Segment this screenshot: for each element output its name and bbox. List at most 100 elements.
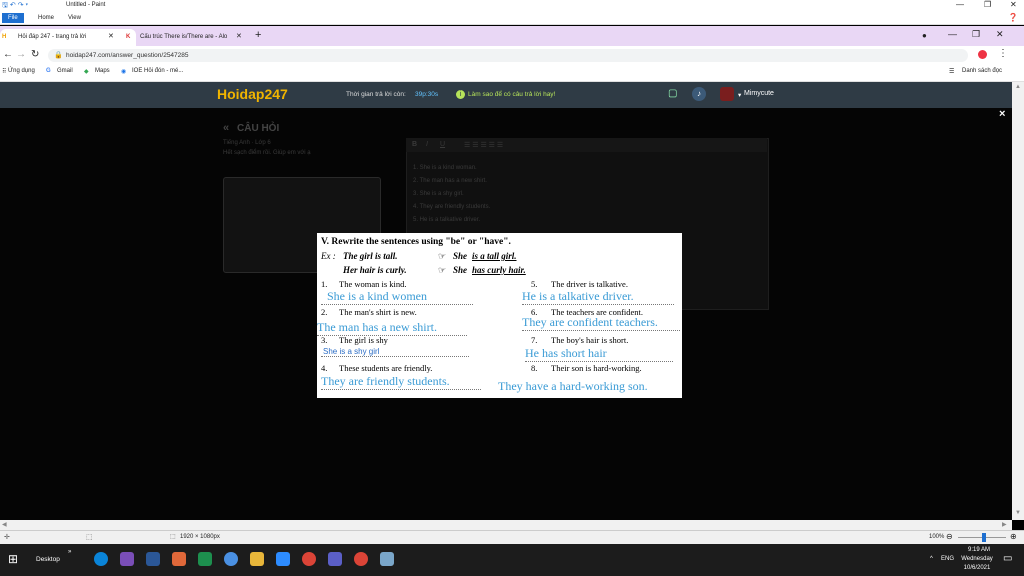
scroll-down-icon[interactable]: ▼ [1015,510,1021,516]
excel-icon[interactable] [198,552,212,566]
item-answer: He is a talkative driver. [522,289,674,305]
clock-day[interactable]: Wednesday [956,556,998,562]
skype-icon[interactable] [94,552,108,566]
item-number: 4. [321,363,328,373]
editor-line: 5. He is a talkative driver. [413,217,481,223]
clock-date[interactable]: 10/6/2021 [956,565,998,571]
example-2-answer: has curly hair. [472,265,526,275]
bell-icon[interactable]: ♪ [692,87,706,101]
canvas-dimensions: 1920 × 1080px [180,534,220,540]
tray-expand-icon[interactable]: ^ [930,556,933,562]
maximize-icon[interactable]: ❐ [984,0,991,9]
bookmark-maps[interactable]: Maps [95,68,110,74]
new-tab-button[interactable]: + [255,29,261,41]
selection-icon: ⬚ [86,534,93,541]
example-1-answer-pre: She [453,251,468,261]
close-tab-icon[interactable]: ✕ [236,32,242,40]
editor-line: 1. She is a kind woman. [413,165,477,171]
apps-icon[interactable]: ⠿ [2,68,6,75]
username[interactable]: Mimycute [744,90,774,97]
help-link[interactable]: Làm sao để có câu trả lời hay! [468,91,555,98]
italic-icon[interactable]: I [426,141,428,148]
site-logo[interactable]: Hoidap247 [217,86,288,102]
extension-icon[interactable] [978,50,987,59]
reading-list-icon: ☰ [949,69,955,75]
dropdown-icon[interactable]: ▾ [738,91,741,99]
google-icon: G [46,68,51,74]
example-2-question: Her hair is curly. [343,265,407,275]
canvas-size-icon: ⬚ [170,534,176,540]
app-icon[interactable] [120,552,134,566]
paint-quick-access-icons[interactable]: 🖫 ↶ ↷ ▾ [2,1,28,12]
bookmark-ioe[interactable]: IOE Hỏi đón - mé... [132,68,183,74]
section-title: CÂU HỎI [237,123,280,134]
back-icon[interactable]: ← [3,49,13,60]
language-indicator[interactable]: ENG [941,556,954,562]
zoom-out-icon[interactable]: ⊖ [946,532,953,541]
subject-label: Tiếng Anh · Lớp 6 [223,140,271,146]
chrome-icon[interactable] [302,552,316,566]
item-question: The girl is shy [339,335,388,345]
close-window-icon[interactable]: ✕ [1010,0,1017,9]
bold-icon[interactable]: B [412,141,417,148]
notifications-icon[interactable]: ▭ [1003,553,1012,564]
close-lightbox-icon[interactable]: × [999,108,1005,120]
wifi-app-icon[interactable] [172,552,186,566]
paint-tab-view[interactable]: View [62,13,87,23]
example-label: Ex : [321,251,336,261]
item-question: The driver is talkative. [551,279,628,289]
close-tab-icon[interactable]: ✕ [108,32,114,40]
file-explorer-icon[interactable] [250,552,264,566]
hoidap-favicon: H [2,34,7,40]
windows-taskbar: ⊞ Desktop » ^ ENG 9:19 AM Wednesday 10/6… [0,544,1024,576]
vertical-scrollbar[interactable]: ▲ ▼ [1012,82,1024,520]
windows-start-icon[interactable]: ⊞ [8,552,18,566]
bookmark-gmail[interactable]: Gmail [57,68,73,74]
minimize-icon[interactable]: — [948,29,957,39]
scroll-left-icon[interactable]: ◀ [2,521,7,528]
zoom-app-icon[interactable] [276,552,290,566]
paint-icon[interactable] [380,552,394,566]
chat-icon[interactable]: ▢ [668,88,677,99]
align-icons[interactable]: ☰ ☰ ☰ ☰ ☰ [464,141,503,149]
item-answer: The man has a new shirt. [317,320,467,336]
paint-tab-home[interactable]: Home [32,13,60,23]
close-window-icon[interactable]: ✕ [996,29,1004,40]
desktop-toolbar[interactable]: Desktop [36,556,60,563]
scroll-up-icon[interactable]: ▲ [1015,84,1021,90]
example-2-question-text: Her hair is curly. [343,265,407,275]
question-text: Hết sạch điểm rồi. Giúp em với ạ [223,150,311,156]
menu-icon[interactable]: ⋮ [998,48,1008,59]
reload-icon[interactable]: ↻ [31,49,39,60]
minimize-icon[interactable]: — [956,0,964,9]
example-2-answer-pre: She [453,265,468,275]
pointing-hand-icon: ☞ [438,251,447,261]
item-number: 2. [321,307,328,317]
browser-icon[interactable] [224,552,238,566]
address-bar[interactable]: 🔒 hoidap247.com/answer_question/2547285 [48,49,968,62]
horizontal-scrollbar[interactable]: ◀ ▶ [0,520,1012,530]
clock-time[interactable]: 9:19 AM [963,547,995,553]
word-icon[interactable] [146,552,160,566]
help-icon[interactable]: ❓ [1008,13,1018,22]
underline-icon[interactable]: U [440,141,445,148]
toolbar-expand-icon[interactable]: » [68,549,71,555]
maps-icon: ◆ [84,69,89,75]
scroll-right-icon[interactable]: ▶ [1002,521,1007,528]
browser-tab-alo[interactable]: K Cấu trúc There is/There are - Alo [122,29,252,46]
reading-list[interactable]: Danh sách đọc [962,68,1002,74]
bookmark-apps[interactable]: Ứng dụng [8,68,35,74]
browser-tab-hoidap[interactable]: H Hỏi đáp 247 - trang trả lời [0,29,136,46]
zoom-slider-thumb[interactable] [982,533,986,542]
forward-icon[interactable]: → [16,49,26,60]
item-answer: They are friendly students. [321,374,481,390]
avatar[interactable] [720,87,734,101]
site-header: Hoidap247 Thời gian trả lời còn: 39p:30s… [0,82,1012,108]
maximize-icon[interactable]: ❐ [972,29,980,40]
paint-tab-file[interactable]: File [2,13,24,23]
editor-line: 3. She is a shy girl. [413,191,464,197]
record-icon[interactable]: ● [922,31,927,40]
zoom-in-icon[interactable]: ⊕ [1010,532,1017,541]
teams-icon[interactable] [328,552,342,566]
chrome-active-icon[interactable] [354,552,368,566]
